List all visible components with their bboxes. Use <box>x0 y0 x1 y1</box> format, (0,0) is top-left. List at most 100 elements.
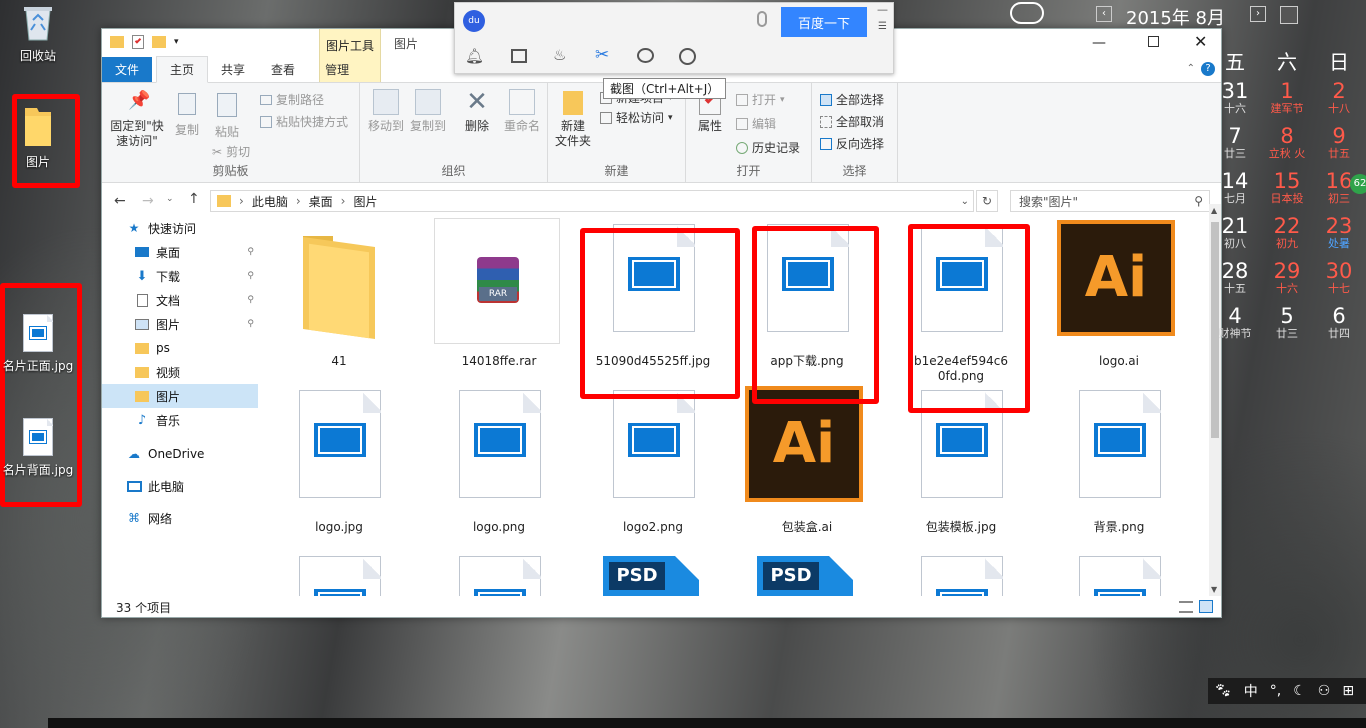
close-button[interactable]: ✕ <box>1194 32 1207 51</box>
rename-button[interactable]: 重命名 <box>502 89 542 134</box>
copy-button[interactable]: 复制 <box>172 93 202 138</box>
file-tile[interactable] <box>429 550 569 596</box>
calendar-day[interactable]: 14 七月 <box>1210 170 1260 205</box>
copy-to-button[interactable]: 复制到 <box>408 89 448 134</box>
calendar-day[interactable]: 21 初八 <box>1210 215 1260 250</box>
calendar-day[interactable]: 5 廿三 <box>1262 305 1312 340</box>
chat-icon[interactable] <box>637 48 654 63</box>
file-tile[interactable]: Ai logo.ai <box>1049 218 1189 368</box>
sidebar-item[interactable]: ⬇ 下载 ⚲ <box>102 264 258 288</box>
scissors-icon[interactable]: ✂ <box>595 45 609 65</box>
calendar-day[interactable]: 2 十八 <box>1314 80 1364 115</box>
baidu-search-input[interactable] <box>489 7 775 35</box>
tab-file[interactable]: 文件 <box>102 57 153 82</box>
chevron-down-icon[interactable]: ▾ <box>174 37 179 47</box>
scroll-down-icon[interactable]: ▼ <box>1211 585 1217 594</box>
move-to-button[interactable]: 移动到 <box>366 89 406 134</box>
new-folder-button[interactable]: 新建 文件夹 <box>552 91 594 149</box>
file-tile[interactable]: 背景.png <box>1049 384 1189 534</box>
file-tile[interactable]: PSD <box>737 556 877 596</box>
file-tile[interactable]: logo2.png <box>583 384 723 534</box>
ime-language[interactable]: 中 <box>1244 681 1258 701</box>
paste-button[interactable]: 粘贴 <box>210 93 244 140</box>
sidebar-item[interactable]: 桌面 ⚲ <box>102 240 258 264</box>
collapse-ribbon-icon[interactable]: ⌃ <box>1187 63 1195 74</box>
file-tile[interactable] <box>269 550 409 596</box>
tab-view[interactable]: 查看 <box>258 57 308 82</box>
flame-icon[interactable]: ♨ <box>553 46 566 64</box>
pin-icon[interactable]: ⚲ <box>247 271 254 281</box>
file-tile[interactable] <box>1049 550 1189 596</box>
select-none-button[interactable]: 全部取消 <box>820 113 884 130</box>
sidebar-item[interactable]: ⌘ 网络 <box>102 506 258 530</box>
sidebar-item[interactable]: 图片 ⚲ <box>102 312 258 336</box>
sidebar-item[interactable]: ♪ 音乐 <box>102 408 258 432</box>
desktop-file-card-back[interactable]: 名片背面.jpg <box>0 418 76 478</box>
file-tile[interactable]: logo.png <box>429 384 569 534</box>
open-button[interactable]: 打开 ▾ <box>736 91 785 108</box>
recent-locations-icon[interactable]: ⌄ <box>166 194 174 204</box>
bell-icon[interactable]: 🔔︎ <box>465 47 484 65</box>
minimize-button[interactable]: — <box>1092 35 1106 51</box>
edit-button[interactable]: 编辑 <box>736 115 776 132</box>
scroll-up-icon[interactable]: ▲ <box>1211 206 1217 215</box>
calendar-day[interactable]: 23 处暑 <box>1314 215 1364 250</box>
delete-button[interactable]: ✕ 删除 <box>460 87 494 134</box>
calendar-day[interactable]: 15 日本投 <box>1262 170 1312 205</box>
tab-share[interactable]: 共享 <box>208 57 258 82</box>
tab-home[interactable]: 主页 <box>156 56 209 83</box>
compass-icon[interactable] <box>679 48 696 65</box>
pin-quick-access-button[interactable]: 📌 固定到"快速访问" <box>108 92 168 149</box>
file-tile[interactable]: RAR 14018ffe.rar <box>429 218 569 368</box>
tab-manage[interactable]: 管理 <box>312 57 362 82</box>
grid-icon[interactable]: ⊞ <box>1342 683 1354 699</box>
minimize-icon[interactable]: — <box>877 3 888 16</box>
maximize-button[interactable] <box>1148 36 1159 47</box>
pin-icon[interactable]: ⚲ <box>247 247 254 257</box>
calendar-day[interactable]: 22 初九 <box>1262 215 1312 250</box>
select-all-button[interactable]: 全部选择 <box>820 91 884 108</box>
baidu-search-button[interactable]: 百度一下 <box>781 7 867 37</box>
file-tile[interactable]: 41 <box>269 218 409 368</box>
calendar-day[interactable]: 8 立秋 火 <box>1262 125 1312 160</box>
sidebar-item[interactable]: ☁ OneDrive <box>102 442 258 466</box>
prev-month-button[interactable]: ‹ <box>1096 6 1112 22</box>
sidebar-item[interactable]: ps <box>102 336 258 360</box>
desktop-file-card-front[interactable]: 名片正面.jpg <box>0 314 76 374</box>
calendar-day[interactable]: 1 建军节 <box>1262 80 1312 115</box>
sidebar-item[interactable]: 图片 <box>102 384 258 408</box>
history-button[interactable]: 历史记录 <box>736 139 800 156</box>
details-view-icon[interactable] <box>1179 601 1193 613</box>
file-tile[interactable] <box>891 550 1031 596</box>
sidebar-item[interactable]: 此电脑 <box>102 474 258 498</box>
calendar-day[interactable]: 6 廿四 <box>1314 305 1364 340</box>
pin-icon[interactable]: ⚲ <box>247 295 254 305</box>
calendar-day[interactable]: 29 十六 <box>1262 260 1312 295</box>
paste-shortcut-button[interactable]: 粘贴快捷方式 <box>260 113 348 130</box>
calendar-day[interactable]: 4 财神节 <box>1210 305 1260 340</box>
recycle-bin-icon[interactable]: 回收站 <box>0 2 76 64</box>
new-folder-icon[interactable] <box>152 36 166 48</box>
easy-access-button[interactable]: 轻松访问 ▾ <box>600 109 673 126</box>
cut-button[interactable]: ✂ 剪切 <box>212 143 250 160</box>
sidebar-item[interactable]: ★ 快速访问 <box>102 216 258 240</box>
calendar-day[interactable]: 9 廿五 <box>1314 125 1364 160</box>
sidebar-item[interactable]: 文档 ⚲ <box>102 288 258 312</box>
copy-path-button[interactable]: 复制路径 <box>260 91 324 108</box>
desktop-folder-pictures[interactable]: 图片 <box>0 104 76 170</box>
moon-icon[interactable]: ☾ <box>1293 683 1306 699</box>
menu-icon[interactable]: ☰ <box>878 21 887 32</box>
calendar-day[interactable]: 30 十七 <box>1314 260 1364 295</box>
punctuation-icon[interactable]: °, <box>1270 683 1281 699</box>
paw-icon[interactable]: 🐾︎ <box>1214 683 1232 699</box>
invert-selection-button[interactable]: 反向选择 <box>820 135 884 152</box>
calendar-day[interactable]: 28 十五 <box>1210 260 1260 295</box>
file-tile[interactable]: PSD <box>583 556 723 596</box>
file-tile[interactable]: Ai 包装盒.ai <box>737 384 877 534</box>
pin-icon[interactable]: ⚲ <box>247 319 254 329</box>
notes-icon[interactable] <box>511 49 527 63</box>
properties-icon[interactable] <box>132 35 144 49</box>
microphone-icon[interactable] <box>757 11 767 27</box>
sidebar-item[interactable]: 视频 <box>102 360 258 384</box>
calendar-day[interactable]: 31 十六 <box>1210 80 1260 115</box>
